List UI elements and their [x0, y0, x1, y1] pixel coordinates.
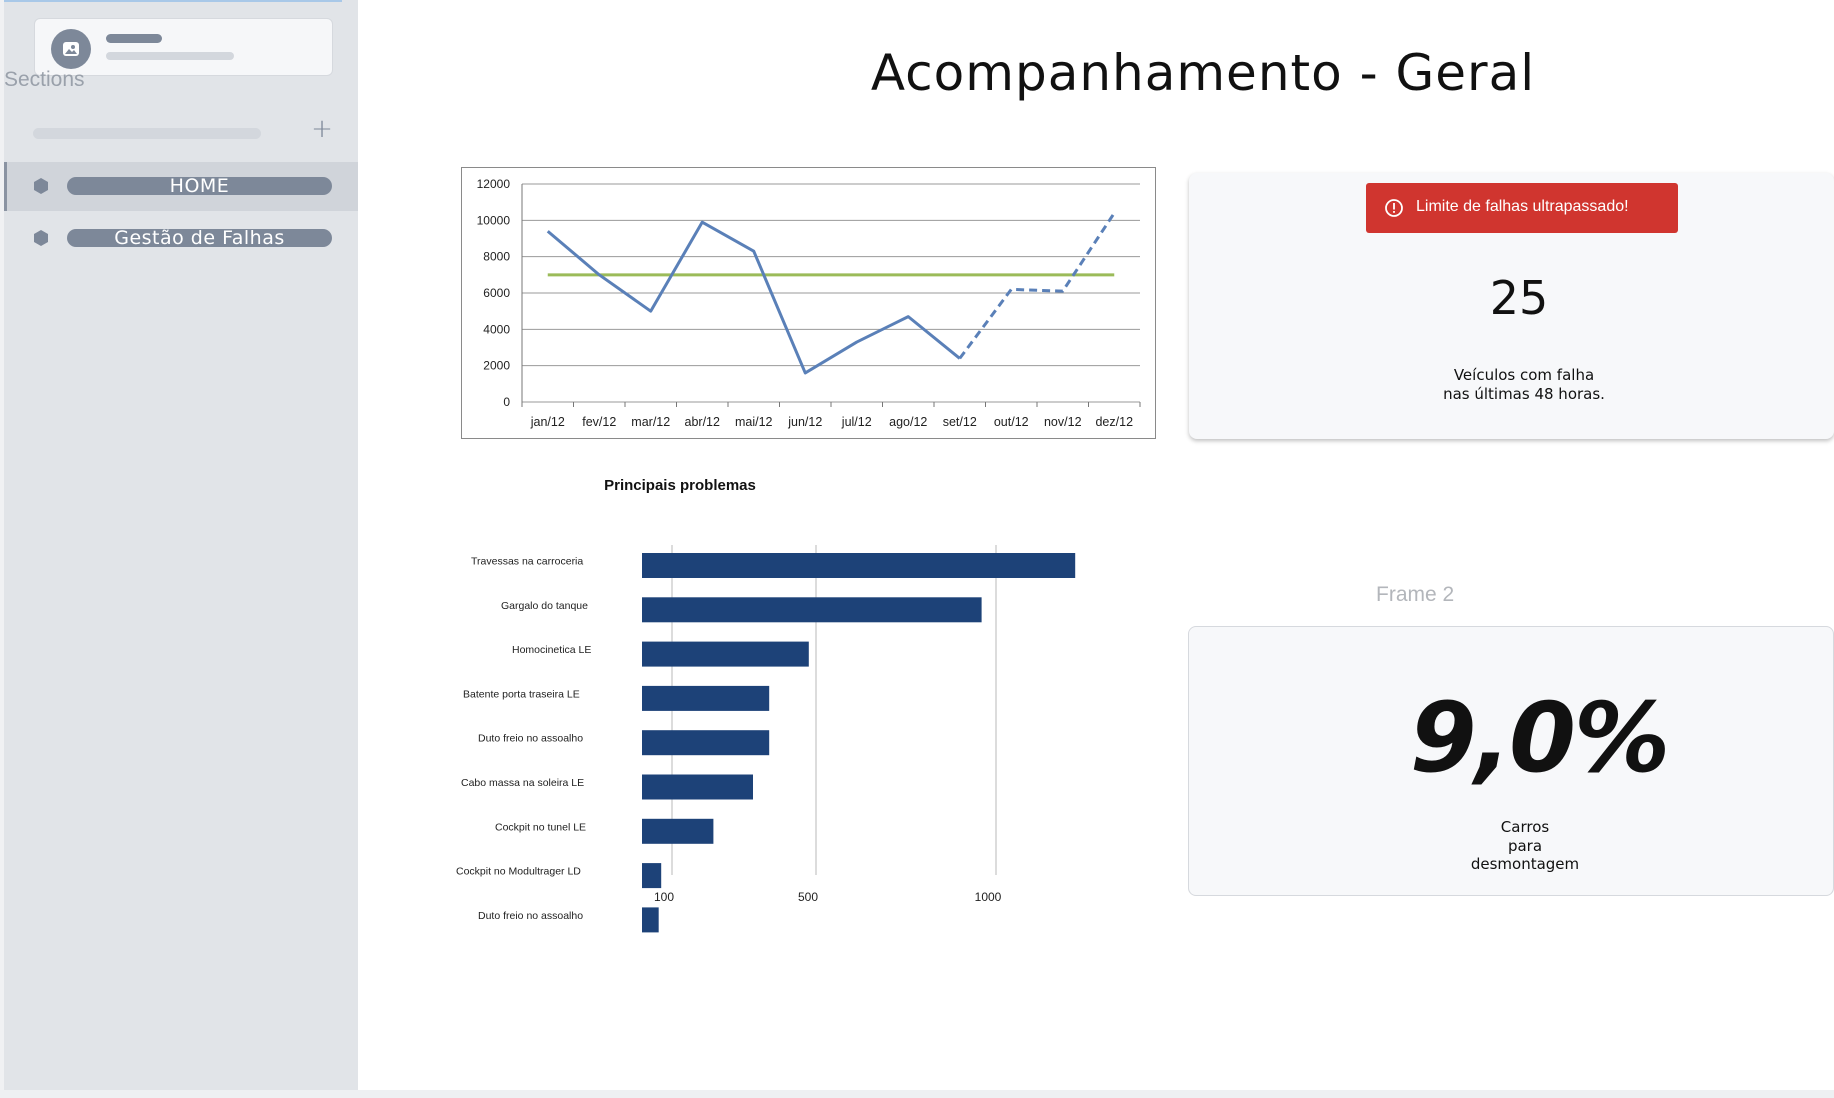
failures-alert-card: Limite de falhas ultrapassado! 25 Veícul… — [1189, 173, 1834, 439]
bar-category-label: Travessas na carroceria — [471, 556, 583, 568]
bottom-edge — [0, 1090, 1834, 1098]
x-tick-label: ago/12 — [889, 415, 927, 429]
sidebar-top-accent — [4, 0, 342, 2]
bar — [642, 641, 809, 667]
x-tick-label: nov/12 — [1044, 415, 1082, 429]
bar — [642, 863, 662, 889]
line-chart-svg: 0 2000 4000 6000 8000 10000 12000 jan/12 fev/12 m… — [477, 177, 1141, 429]
hexagon-icon — [34, 178, 48, 194]
add-section-button[interactable]: + — [310, 116, 334, 142]
disassembly-percent-value: 9,0% — [1409, 682, 1670, 794]
bar — [642, 907, 659, 933]
x-tick-label: mai/12 — [735, 415, 773, 429]
bar-chart-svg: Principais problemas 100 500 1000 Travessas … — [456, 477, 1076, 933]
alert-circle-icon — [1385, 199, 1403, 217]
y-tick-label: 2000 — [483, 359, 510, 373]
y-tick-label: 10000 — [477, 213, 511, 227]
failure-limit-alert[interactable]: Limite de falhas ultrapassado! — [1366, 183, 1678, 233]
image-icon — [63, 42, 79, 56]
failures-series-line-actual — [546, 220, 961, 375]
disassembly-caption: Carros para desmontagem — [1189, 818, 1834, 874]
bar — [642, 774, 753, 800]
bar-category-label: Cockpit no Modultrager LD — [456, 866, 581, 878]
sidebar-item-gestao-de-falhas[interactable]: Gestão de Falhas — [4, 214, 358, 263]
bar-chart-title: Principais problemas — [604, 477, 756, 494]
bar-category-label: Batente porta traseira LE — [463, 688, 580, 700]
alert-text: Limite de falhas ultrapassado! — [1416, 198, 1629, 215]
x-tick-label: fev/12 — [582, 415, 616, 429]
profile-subtitle-placeholder — [106, 52, 234, 60]
frame-label: Frame 2 — [1376, 583, 1455, 606]
app-window: Sections + HOME Gestão de Falhas Acompan… — [0, 0, 1834, 1098]
y-tick-label: 12000 — [477, 177, 511, 191]
x-tick-label: jun/12 — [787, 415, 822, 429]
bar — [642, 685, 770, 711]
y-tick-label: 4000 — [483, 322, 510, 336]
top-problems-bar-chart: Principais problemas 100 500 1000 Travessas … — [456, 465, 1168, 1065]
x-tick-label: set/12 — [943, 415, 977, 429]
caption-line: Carros — [1500, 818, 1550, 836]
y-tick-label: 0 — [503, 395, 510, 409]
sidebar-item-home[interactable]: HOME — [4, 162, 358, 211]
bar — [642, 818, 714, 844]
bar — [642, 553, 1076, 578]
avatar[interactable] — [51, 29, 91, 69]
x-tick-label: 100 — [654, 890, 674, 904]
bar — [642, 597, 982, 623]
page-title: Acompanhamento - Geral — [870, 44, 1536, 102]
bar-category-label: Duto freio no assoalho — [478, 733, 583, 745]
bar-category-label: Homocinetica LE — [512, 644, 591, 656]
x-tick-label: jan/12 — [530, 415, 565, 429]
failed-vehicles-count: 25 — [1489, 271, 1549, 325]
caption-line: nas últimas 48 horas. — [1443, 385, 1605, 403]
bar-category-label: Cockpit no tunel LE — [495, 821, 586, 833]
x-tick-label: dez/12 — [1095, 415, 1133, 429]
sections-label: Sections — [4, 68, 85, 91]
failed-vehicles-caption: Veículos com falha nas últimas 48 horas. — [1189, 366, 1834, 404]
caption-line: para — [1507, 836, 1543, 855]
x-tick-label: out/12 — [994, 415, 1029, 429]
x-tick-label: 500 — [798, 890, 818, 904]
x-tick-label: jul/12 — [841, 415, 872, 429]
bar — [642, 730, 770, 756]
sidebar-item-label: HOME — [67, 177, 332, 196]
caption-line: desmontagem — [1470, 855, 1580, 873]
y-tick-label: 6000 — [483, 286, 510, 300]
x-tick-label: abr/12 — [685, 415, 720, 429]
sidebar: Sections + HOME Gestão de Falhas — [0, 0, 358, 1094]
section-search-placeholder[interactable] — [33, 128, 261, 139]
x-tick-label: mar/12 — [631, 415, 670, 429]
caption-line: Veículos com falha — [1453, 366, 1595, 384]
bar-category-label: Gargalo do tanque — [501, 600, 588, 612]
bar-category-label: Duto freio no assoalho — [478, 910, 583, 922]
profile-name-placeholder — [106, 34, 162, 43]
monthly-failures-line-chart: 0 2000 4000 6000 8000 10000 12000 jan/12 fev/12 m… — [461, 167, 1156, 439]
hexagon-icon — [34, 230, 48, 246]
y-tick-label: 8000 — [483, 250, 510, 264]
failures-series-line-projected — [958, 212, 1116, 360]
sidebar-item-label: Gestão de Falhas — [67, 229, 332, 248]
x-tick-label: 1000 — [975, 890, 1002, 904]
bar-category-label: Cabo massa na soleira LE — [461, 777, 584, 789]
disassembly-percent-card: 9,0% Carros para desmontagem — [1188, 626, 1834, 896]
